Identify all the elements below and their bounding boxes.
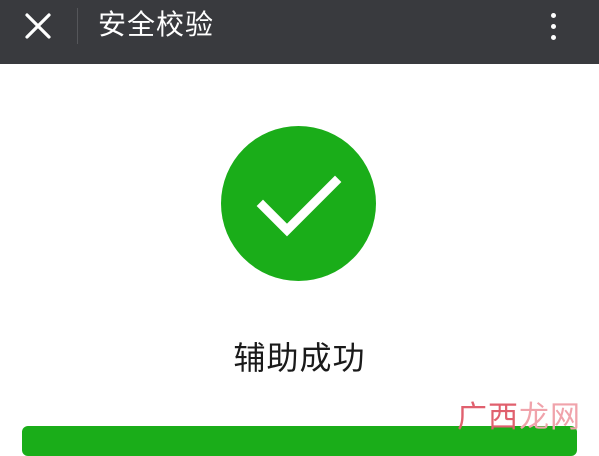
watermark-part2: 龙网	[519, 400, 581, 435]
close-icon	[25, 13, 51, 39]
top-bar: 安全校验	[0, 0, 599, 64]
watermark-part1: 广西	[457, 400, 519, 435]
more-vertical-icon-dot	[550, 23, 556, 29]
more-vertical-icon-dot	[550, 34, 556, 40]
header-divider	[77, 8, 78, 44]
success-message: 辅助成功	[233, 339, 366, 377]
page-title: 安全校验	[98, 8, 215, 41]
watermark: 广西龙网	[457, 400, 581, 436]
more-options-button[interactable]	[533, 6, 573, 46]
close-button[interactable]	[14, 6, 62, 46]
more-vertical-icon	[550, 12, 556, 18]
check-circle-icon	[221, 126, 376, 281]
